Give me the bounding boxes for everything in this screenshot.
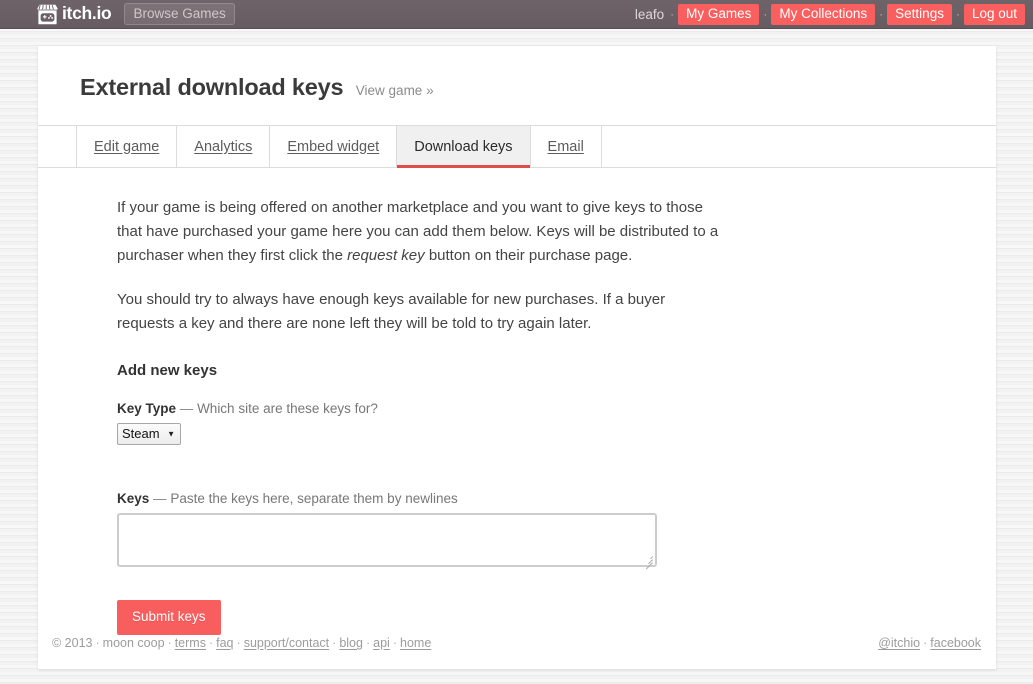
key-type-label-row: Key Type — Which site are these keys for… bbox=[117, 401, 954, 416]
tab-edit-game-label: Edit game bbox=[94, 139, 159, 155]
footer-link-home[interactable]: home bbox=[400, 636, 431, 650]
submit-keys-button[interactable]: Submit keys bbox=[117, 600, 221, 635]
nav-separator-1: · bbox=[759, 7, 771, 21]
nav-my-games-button[interactable]: My Games bbox=[678, 4, 759, 25]
keys-dash: — bbox=[153, 491, 167, 506]
key-type-label: Key Type bbox=[117, 401, 176, 416]
footer-dot-6: · bbox=[390, 636, 400, 650]
intro-paragraph-1: If your game is being offered on another… bbox=[117, 196, 723, 268]
footer-link-terms[interactable]: terms bbox=[175, 636, 206, 650]
keys-textarea-wrapper bbox=[117, 513, 657, 567]
key-type-select[interactable]: Steam bbox=[117, 423, 181, 445]
nav-settings-button[interactable]: Settings bbox=[887, 4, 952, 25]
tab-embed-widget[interactable]: Embed widget bbox=[269, 126, 396, 167]
footer-company: moon coop bbox=[103, 636, 165, 650]
user-navigation: leafo · My Games · My Collections · Sett… bbox=[635, 4, 1025, 25]
footer-copyright: © 2013 bbox=[52, 636, 93, 650]
key-type-select-wrapper: Steam bbox=[117, 423, 181, 445]
footer-link-blog[interactable]: blog bbox=[339, 636, 363, 650]
footer-social-links: @itchio · facebook bbox=[878, 636, 981, 650]
keys-textarea[interactable] bbox=[117, 513, 657, 567]
footer-link-facebook[interactable]: facebook bbox=[930, 636, 981, 650]
footer-dot-3: · bbox=[234, 636, 244, 650]
itchio-storefront-gamepad-icon bbox=[36, 4, 59, 25]
add-new-keys-heading: Add new keys bbox=[117, 362, 954, 379]
footer-dot-0: · bbox=[93, 636, 103, 650]
submit-row: Submit keys bbox=[117, 572, 954, 635]
brand-name: itch.io bbox=[62, 5, 111, 23]
footer-link-faq[interactable]: faq bbox=[216, 636, 233, 650]
intro-paragraph-2: You should try to always have enough key… bbox=[117, 288, 723, 336]
footer-link-support-contact[interactable]: support/contact bbox=[244, 636, 329, 650]
nav-my-collections-button[interactable]: My Collections bbox=[771, 4, 875, 25]
card-content: If your game is being offered on another… bbox=[38, 168, 996, 669]
keys-hint: Paste the keys here, separate them by ne… bbox=[170, 491, 457, 506]
key-type-dash: — bbox=[180, 401, 194, 416]
nav-log-out-button[interactable]: Log out bbox=[964, 4, 1025, 25]
footer-link-api[interactable]: api bbox=[373, 636, 390, 650]
tab-bar: Edit game Analytics Embed widget Downloa… bbox=[38, 125, 996, 168]
keys-label-row: Keys — Paste the keys here, separate the… bbox=[117, 491, 954, 506]
tab-download-keys[interactable]: Download keys bbox=[396, 126, 529, 167]
intro-paragraph-1-part-2: button on their purchase page. bbox=[425, 247, 633, 264]
top-navigation-bar: itch.io Browse Games leafo · My Games · … bbox=[0, 0, 1033, 29]
browse-games-button[interactable]: Browse Games bbox=[124, 3, 234, 25]
tab-email[interactable]: Email bbox=[530, 126, 602, 167]
nav-separator-2: · bbox=[875, 7, 887, 21]
tab-email-label: Email bbox=[548, 139, 584, 155]
card-header: External download keys View game » bbox=[38, 46, 996, 125]
footer-dot-7: · bbox=[920, 636, 930, 650]
page-title: External download keys bbox=[80, 74, 343, 100]
key-type-hint: Which site are these keys for? bbox=[197, 401, 378, 416]
request-key-emphasis: request key bbox=[347, 247, 425, 264]
footer-dot-2: · bbox=[206, 636, 216, 650]
footer-dot-5: · bbox=[363, 636, 373, 650]
tab-embed-widget-label: Embed widget bbox=[287, 139, 379, 155]
footer-link-twitter-itchio[interactable]: @itchio bbox=[878, 636, 920, 650]
page-card: External download keys View game » Edit … bbox=[38, 46, 996, 669]
footer-dot-4: · bbox=[329, 636, 339, 650]
tab-edit-game[interactable]: Edit game bbox=[76, 126, 176, 167]
tab-analytics-label: Analytics bbox=[194, 139, 252, 155]
keys-field-group: Keys — Paste the keys here, separate the… bbox=[117, 491, 954, 572]
keys-label: Keys bbox=[117, 491, 149, 506]
view-game-link[interactable]: View game » bbox=[356, 83, 434, 98]
nav-separator-3: · bbox=[952, 7, 964, 21]
username-label: leafo bbox=[635, 7, 666, 22]
page-footer: © 2013 · moon coop · terms · faq · suppo… bbox=[0, 632, 1033, 654]
nav-separator-0: · bbox=[666, 7, 678, 21]
tab-download-keys-label: Download keys bbox=[414, 139, 512, 155]
footer-dot-1: · bbox=[165, 636, 175, 650]
footer-left-links: © 2013 · moon coop · terms · faq · suppo… bbox=[52, 636, 431, 650]
tab-analytics[interactable]: Analytics bbox=[176, 126, 269, 167]
itchio-logo-link[interactable]: itch.io bbox=[36, 4, 111, 25]
